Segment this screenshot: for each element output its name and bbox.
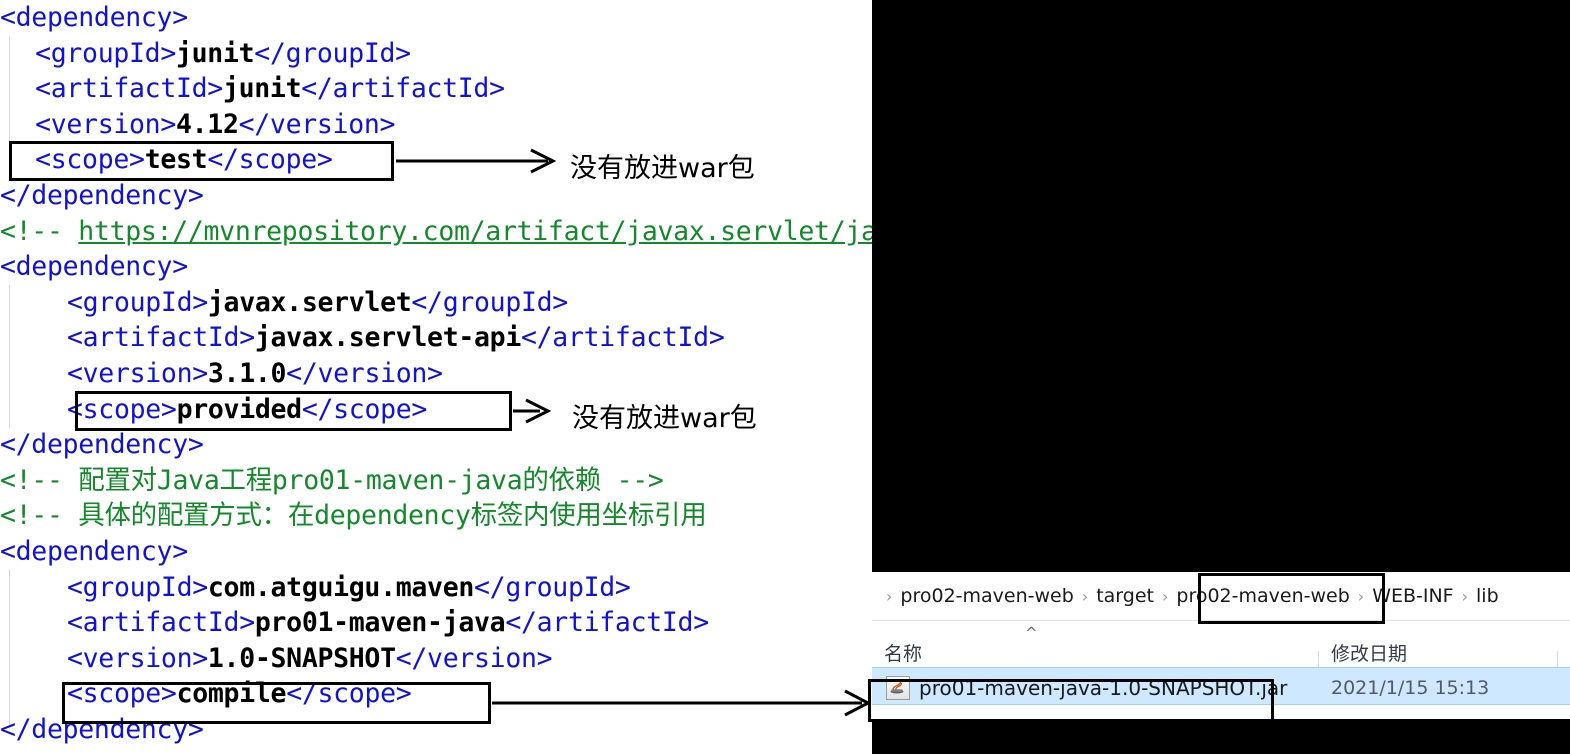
code-token-tag: <groupId> (35, 37, 176, 69)
code-token-tag: </dependency> (0, 713, 204, 745)
breadcrumb-item-3[interactable]: WEB-INF (1366, 585, 1459, 607)
indent-guide-1 (9, 36, 10, 178)
code-token-tag: </dependency> (0, 429, 204, 461)
code-line: <!-- 具体的配置方式：在dependency标签内使用坐标引用 (0, 498, 872, 534)
code-token-tag: <scope> (35, 144, 145, 176)
jar-file-icon (886, 676, 910, 700)
code-token-tag: </artifactId> (505, 607, 709, 639)
column-header-date-modified[interactable]: 修改日期 (1331, 639, 1407, 666)
breadcrumb-separator-icon: › (886, 586, 893, 606)
code-token-tag: <version> (67, 642, 208, 674)
code-line: <dependency> (0, 534, 872, 570)
code-token-val: javax.servlet (207, 286, 412, 318)
code-token-tag: <dependency> (0, 535, 188, 567)
code-token-val: test (144, 144, 208, 176)
code-token-cmt: <!-- 配置对Java工程pro01-maven-java的依赖 --> (0, 464, 664, 496)
code-token-tag: </artifactId> (301, 73, 505, 105)
code-line: <version>3.1.0</version> (0, 356, 872, 392)
file-name-label: pro01-maven-java-1.0-SNAPSHOT.jar (919, 676, 1288, 700)
code-token-tag: </groupId> (254, 37, 411, 69)
code-token-tag: </version> (395, 642, 553, 674)
code-token-tag: <artifactId> (67, 607, 255, 639)
breadcrumb-separator-icon: › (1357, 586, 1365, 606)
code-token-tag: </scope> (286, 678, 412, 710)
code-line: <artifactId>junit</artifactId> (0, 71, 872, 107)
code-line: <dependency> (0, 249, 872, 285)
code-token-val: compile (176, 678, 287, 710)
breadcrumb-item-2[interactable]: pro02-maven-web (1170, 585, 1355, 607)
code-lines-container: <dependency> <groupId>junit</groupId> <art… (0, 0, 872, 747)
file-list-column-header[interactable]: 名称 修改日期 类 (872, 620, 1570, 681)
code-token-tag: <artifactId> (35, 73, 223, 105)
code-line: <version>1.0-SNAPSHOT</version> (0, 641, 872, 677)
code-token-tag: </scope> (207, 144, 333, 176)
code-token-tag: </artifactId> (520, 322, 725, 354)
code-line: <groupId>junit</groupId> (0, 36, 872, 72)
code-token-val: junit (175, 37, 255, 69)
code-line: <groupId>javax.servlet</groupId> (0, 285, 872, 321)
code-editor-panel[interactable]: <dependency> <groupId>junit</groupId> <art… (0, 0, 872, 754)
breadcrumb[interactable]: › pro02-maven-web › target › pro02-maven-web ›… (872, 572, 1570, 620)
code-token-tag: <dependency> (0, 251, 188, 283)
code-line: <!-- https://mvnrepository.com/artifact/… (0, 214, 872, 250)
code-token-tag: <groupId> (67, 286, 208, 318)
code-line: <dependency> (0, 0, 872, 36)
code-token-tag: </version> (238, 108, 396, 140)
code-token-tag: <version> (35, 108, 176, 140)
file-date-modified-cell: 2021/1/15 15:13 (1331, 677, 1490, 699)
indent-guide-3 (9, 570, 10, 725)
code-token-tag: <scope> (67, 393, 177, 425)
annotation-test-scope-note: 没有放进war包 (570, 153, 755, 184)
breadcrumb-item-1[interactable]: target (1090, 585, 1160, 607)
code-token-tag: </groupId> (474, 571, 631, 603)
code-token-tag: </groupId> (411, 286, 568, 318)
code-line: <artifactId>pro01-maven-java</artifactId… (0, 605, 872, 641)
code-token-tag: <groupId> (67, 571, 208, 603)
code-line: <groupId>com.atguigu.maven</groupId> (0, 570, 872, 606)
code-token-tag: </dependency> (0, 179, 204, 211)
code-line: <version>4.12</version> (0, 107, 872, 143)
code-token-tag: <artifactId> (67, 322, 255, 354)
breadcrumb-separator-icon: › (1161, 586, 1169, 606)
code-token-val: 3.1.0 (207, 357, 287, 389)
sort-ascending-icon: ^ (1025, 624, 1038, 642)
code-token-tag: </scope> (301, 393, 428, 425)
code-line: <artifactId>javax.servlet-api</artifactI… (0, 320, 872, 356)
code-token-tag: <dependency> (0, 2, 188, 33)
code-line: <!-- 配置对Java工程pro01-maven-java的依赖 --> (0, 463, 872, 499)
table-row[interactable]: pro01-maven-java-1.0-SNAPSHOT.jar 2021/1… (872, 667, 1570, 705)
code-token-tag: <scope> (67, 678, 177, 710)
breadcrumb-separator-icon: › (1461, 586, 1469, 606)
breadcrumb-separator-icon: › (1081, 586, 1089, 606)
code-token-val: 1.0-SNAPSHOT (207, 642, 396, 674)
code-token-val: 4.12 (175, 108, 239, 140)
breadcrumb-item-0[interactable]: pro02-maven-web (894, 585, 1079, 607)
code-token-cmt: <!-- (0, 215, 79, 247)
code-token-cmt: <!-- 具体的配置方式：在dependency标签内使用坐标引用 (0, 500, 707, 532)
code-line: <scope>compile</scope> (0, 676, 872, 712)
column-header-name[interactable]: 名称 (884, 639, 922, 666)
code-token-tag: </version> (286, 357, 443, 389)
file-name-cell[interactable]: pro01-maven-java-1.0-SNAPSHOT.jar (886, 676, 1287, 700)
code-token-tag: <version> (67, 357, 208, 389)
code-token-val: provided (176, 393, 303, 425)
code-token-val: com.atguigu.maven (207, 571, 475, 603)
code-token-val: junit (222, 73, 302, 105)
code-line: </dependency> (0, 712, 872, 748)
code-token-val: javax.servlet-api (254, 322, 521, 354)
code-token-val: pro01-maven-java (254, 607, 506, 639)
breadcrumb-item-4[interactable]: lib (1470, 585, 1505, 607)
indent-guide-2 (9, 285, 10, 428)
annotation-provided-scope-note: 没有放进war包 (572, 403, 757, 434)
code-token-cmt-link: https://mvnrepository.com/artifact/javax… (78, 215, 872, 247)
file-explorer-panel[interactable]: › pro02-maven-web › target › pro02-maven-web ›… (872, 572, 1570, 719)
